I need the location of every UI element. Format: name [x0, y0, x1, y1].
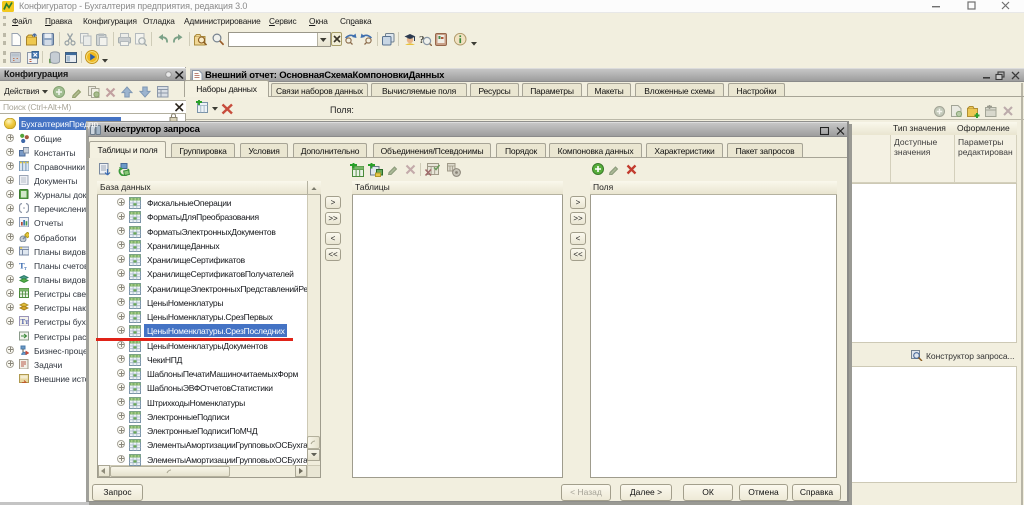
- svg-text:т: т: [24, 265, 27, 270]
- svg-text:Тт: Тт: [21, 318, 30, 326]
